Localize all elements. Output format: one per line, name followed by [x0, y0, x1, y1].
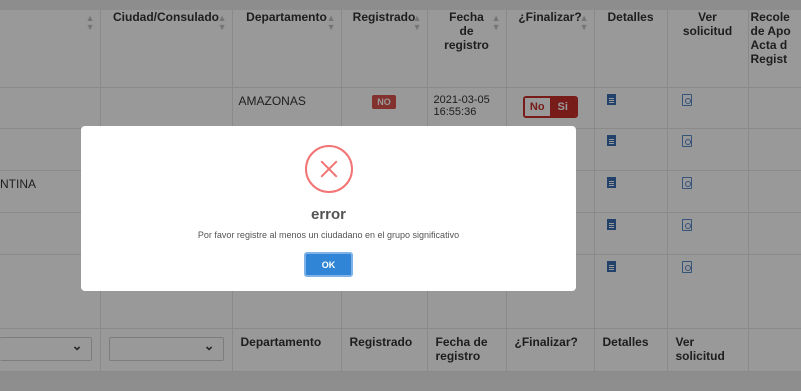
error-x-icon	[305, 145, 353, 193]
error-dialog: error Por favor registre al menos un ciu…	[81, 126, 576, 291]
page: ▲ ▼ ▲ ▼ Ciudad/Consulado ▲ ▼ Departamento ▲ ▼ R…	[0, 0, 801, 391]
dialog-message: Por favor registre al menos un ciudadano…	[197, 230, 460, 240]
dialog-title: error	[310, 206, 347, 223]
ok-button[interactable]: OK	[304, 252, 353, 277]
